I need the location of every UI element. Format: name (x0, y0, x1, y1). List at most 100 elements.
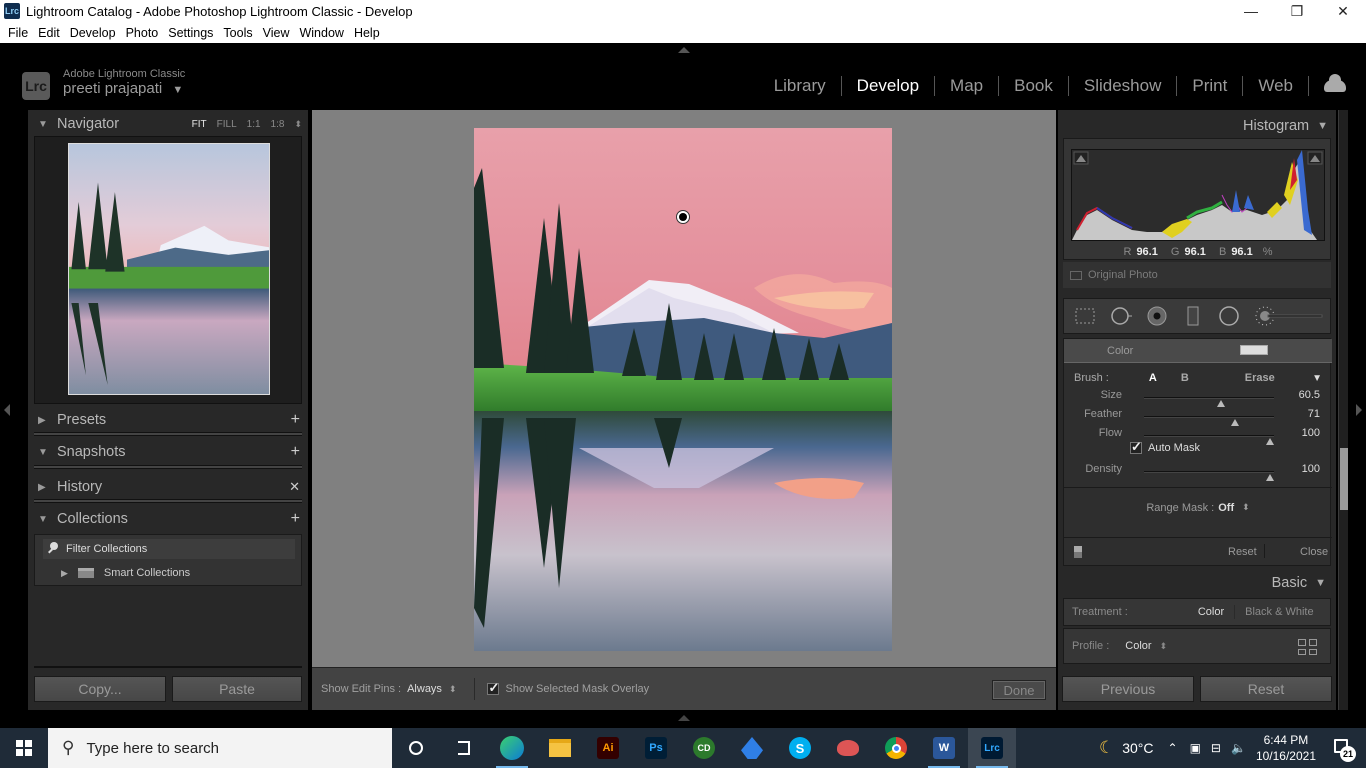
taskbar-search-input[interactable]: ⚲ Type here to search (48, 728, 392, 768)
brush-a-tab[interactable]: A (1149, 372, 1157, 384)
edge-icon[interactable] (488, 728, 536, 768)
color-row[interactable]: Color (1064, 339, 1332, 363)
snapshots-header[interactable]: ▼ Snapshots + (28, 439, 308, 465)
navigator-preview[interactable] (34, 136, 302, 404)
slider-thumb[interactable] (1217, 400, 1226, 407)
zoom-stepper-icon[interactable]: ⬍ (294, 119, 302, 130)
photoshop-icon[interactable]: Ps (632, 728, 680, 768)
checkbox[interactable] (1070, 270, 1082, 280)
slider-track[interactable] (1144, 397, 1274, 407)
minimize-button[interactable]: — (1228, 0, 1274, 22)
illustrator-icon[interactable]: Ai (584, 728, 632, 768)
radial-filter-icon[interactable] (1218, 305, 1240, 327)
task-view-icon[interactable] (440, 728, 488, 768)
histogram-header[interactable]: Histogram ▼ (1058, 113, 1338, 139)
navigator-thumbnail[interactable] (68, 143, 270, 395)
graduated-filter-icon[interactable] (1182, 305, 1204, 327)
start-button[interactable] (0, 728, 48, 768)
clock[interactable]: 6:44 PM 10/16/2021 (1256, 732, 1316, 764)
menu-help[interactable]: Help (354, 26, 380, 40)
collections-header[interactable]: ▼ Collections + (28, 506, 308, 532)
menu-file[interactable]: File (8, 26, 28, 40)
right-panel-toggle-icon[interactable] (1356, 404, 1362, 416)
treatment-color-button[interactable]: Color (1198, 606, 1224, 618)
slider-track[interactable] (1144, 471, 1274, 481)
lightroom-taskbar-icon[interactable]: Lrc (968, 728, 1016, 768)
done-button[interactable]: Done (992, 680, 1046, 700)
red-eye-icon[interactable] (1146, 305, 1168, 327)
slider-track[interactable] (1144, 435, 1274, 445)
cloud-sync-icon[interactable] (1324, 74, 1346, 92)
adjustment-brush-icon[interactable] (1254, 305, 1324, 327)
crop-overlay-icon[interactable] (1074, 305, 1096, 327)
chrome-icon[interactable] (872, 728, 920, 768)
size-slider[interactable]: Size 60.5 (1064, 389, 1332, 407)
cortana-icon[interactable] (392, 728, 440, 768)
meet-now-icon[interactable]: ▣ (1190, 741, 1201, 755)
snipping-tool-icon[interactable] (824, 728, 872, 768)
network-icon[interactable]: ⊟ (1211, 741, 1221, 755)
zoom-1-8[interactable]: 1:8 (271, 119, 285, 130)
presets-header[interactable]: ▶ Presets + (28, 407, 308, 433)
image-canvas[interactable] (312, 110, 1056, 667)
mask-overlay-checkbox[interactable] (487, 680, 500, 696)
auto-mask-checkbox[interactable]: Auto Mask (1130, 439, 1200, 455)
scrollbar-thumb[interactable] (1340, 448, 1348, 510)
zoom-1-1[interactable]: 1:1 (247, 119, 261, 130)
triangle-down-icon[interactable]: ▼ (1312, 373, 1322, 384)
menu-tools[interactable]: Tools (223, 26, 252, 40)
triangle-right-icon[interactable]: ▶ (61, 568, 68, 579)
slider-thumb[interactable] (1266, 438, 1274, 445)
menu-window[interactable]: Window (299, 26, 343, 40)
basic-header[interactable]: Basic ▼ (1058, 570, 1336, 596)
restore-button[interactable]: ❐ (1274, 0, 1320, 22)
panel-switch-icon[interactable] (1074, 546, 1082, 558)
treatment-bw-button[interactable]: Black & White (1245, 606, 1313, 618)
color-swatch[interactable] (1240, 345, 1268, 355)
module-library[interactable]: Library (759, 76, 841, 96)
feather-slider[interactable]: Feather 71 (1064, 408, 1332, 426)
collapse-top-panel-icon[interactable] (678, 47, 690, 53)
brush-reset-button[interactable]: Reset (1228, 546, 1257, 558)
skype-icon[interactable]: S (776, 728, 824, 768)
clear-history-icon[interactable]: ✕ (289, 479, 300, 495)
copy-button[interactable]: Copy... (34, 676, 166, 702)
close-button[interactable]: ✕ (1320, 0, 1366, 22)
previous-button[interactable]: Previous (1062, 676, 1194, 702)
brush-close-button[interactable]: Close (1300, 546, 1328, 558)
histogram[interactable]: R 96.1 G 96.1 B 96.1% (1063, 138, 1331, 260)
brush-b-tab[interactable]: B (1181, 372, 1189, 384)
reset-button[interactable]: Reset (1200, 676, 1332, 702)
slider-thumb[interactable] (1230, 419, 1239, 426)
add-snapshot-icon[interactable]: + (291, 443, 300, 461)
identity-user[interactable]: preeti prajapati ▼ (63, 80, 183, 97)
profile-select[interactable]: Color (1125, 640, 1151, 652)
density-slider[interactable]: Density 100 (1064, 463, 1332, 481)
stepper-icon[interactable]: ⬍ (449, 684, 457, 695)
right-panel-scrollbar[interactable] (1338, 110, 1348, 710)
checkbox[interactable] (1130, 439, 1142, 455)
menu-photo[interactable]: Photo (126, 26, 159, 40)
module-web[interactable]: Web (1243, 76, 1308, 96)
original-photo-toggle[interactable]: Original Photo (1063, 262, 1331, 288)
weather-temperature[interactable]: 30°C (1122, 740, 1153, 756)
chevron-up-icon[interactable]: ⌃ (1168, 741, 1178, 755)
show-edit-pins-select[interactable]: Always (407, 683, 442, 695)
coreldraw-icon[interactable]: CD (680, 728, 728, 768)
photo-preview[interactable] (474, 128, 892, 651)
menu-develop[interactable]: Develop (70, 26, 116, 40)
module-slideshow[interactable]: Slideshow (1069, 76, 1177, 96)
add-preset-icon[interactable]: + (291, 411, 300, 429)
history-header[interactable]: ▶ History ✕ (28, 474, 308, 500)
filter-collections-input[interactable]: Filter Collections (43, 539, 295, 559)
menu-view[interactable]: View (263, 26, 290, 40)
notifications-icon[interactable]: 21 (1332, 738, 1356, 762)
spot-removal-icon[interactable] (1110, 305, 1132, 327)
module-map[interactable]: Map (935, 76, 998, 96)
volume-icon[interactable]: 🔈 (1231, 741, 1246, 755)
module-print[interactable]: Print (1177, 76, 1242, 96)
menu-settings[interactable]: Settings (168, 26, 213, 40)
expand-filmstrip-icon[interactable] (678, 715, 690, 721)
stepper-icon[interactable]: ⬍ (1160, 641, 1168, 652)
word-icon[interactable]: W (920, 728, 968, 768)
